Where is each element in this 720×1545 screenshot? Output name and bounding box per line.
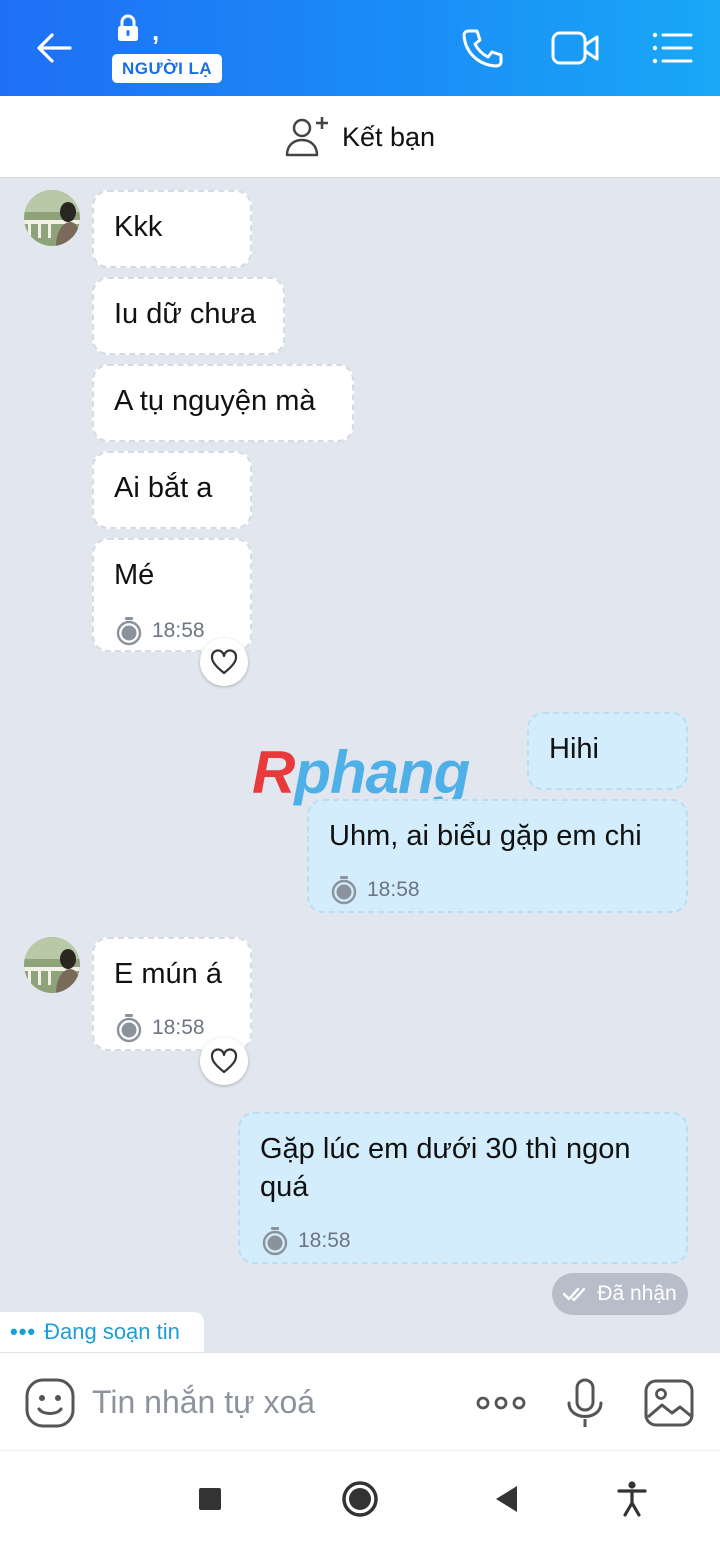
add-person-icon <box>285 117 328 157</box>
home-circle-icon[interactable] <box>338 1477 382 1521</box>
message-time: 18:58 <box>329 871 420 909</box>
message-bubble[interactable]: Kkk <box>92 190 252 268</box>
accessibility-icon[interactable] <box>610 1477 654 1521</box>
message-time: 18:58 <box>114 1009 205 1047</box>
typing-dots-icon: ••• <box>10 1319 37 1344</box>
message-bubble[interactable]: Uhm, ai biểu gặp em chi 18:58 <box>307 799 688 913</box>
message-bubble[interactable]: Ai bắt a <box>92 451 252 529</box>
message-time: 18:58 <box>260 1222 351 1260</box>
list-menu-icon[interactable] <box>648 24 698 72</box>
phone-icon[interactable] <box>456 24 506 72</box>
add-friend-label: Kết bạn <box>342 121 436 152</box>
message-text: E mún á <box>114 958 222 990</box>
more-dots-icon[interactable] <box>474 1377 528 1429</box>
heart-icon <box>210 649 238 675</box>
lock-icon <box>118 14 138 41</box>
message-text: Uhm, ai biểu gặp em chi <box>329 820 642 852</box>
message-text: Iu dữ chưa <box>114 298 257 330</box>
react-heart-button[interactable] <box>200 1037 248 1085</box>
avatar[interactable] <box>24 190 80 246</box>
message-bubble[interactable]: A tụ nguyện mà <box>92 364 354 442</box>
add-friend-button[interactable]: Kết bạn <box>284 112 435 162</box>
message-text: Ai bắt a <box>114 472 213 504</box>
watermark-logo: Rphang <box>252 739 470 806</box>
message-text: A tụ nguyện mà <box>114 385 316 417</box>
avatar[interactable] <box>24 937 80 993</box>
message-text: Hihi <box>549 733 599 765</box>
react-heart-button[interactable] <box>200 638 248 686</box>
message-bubble[interactable]: E mún á 18:58 <box>92 937 252 1051</box>
stopwatch-icon <box>262 1227 288 1256</box>
typing-indicator: ••• Đang soạn tin <box>0 1312 204 1352</box>
image-icon[interactable] <box>642 1377 696 1429</box>
stopwatch-icon <box>116 617 142 646</box>
stopwatch-icon <box>331 876 357 905</box>
message-input[interactable] <box>92 1379 452 1425</box>
message-text: Mé <box>114 559 155 591</box>
back-triangle-icon[interactable] <box>486 1477 530 1521</box>
add-friend-bar: Kết bạn <box>0 96 720 178</box>
composer-bar <box>0 1352 720 1450</box>
heart-icon <box>210 1048 238 1074</box>
system-nav-bar <box>0 1450 720 1545</box>
received-status-badge: Đã nhận <box>552 1273 688 1315</box>
video-camera-icon[interactable] <box>550 24 600 72</box>
message-text: Gặp lúc em dưới 30 thì ngon quá <box>260 1133 631 1203</box>
chat-header: , NGƯỜI LẠ <box>0 0 720 96</box>
double-check-icon <box>563 1287 586 1302</box>
message-time: 18:58 <box>114 612 205 650</box>
stranger-badge: NGƯỜI LẠ <box>112 54 223 83</box>
message-bubble[interactable]: Mé 18:58 <box>92 538 252 652</box>
message-text: Kkk <box>114 211 163 243</box>
back-arrow-icon[interactable] <box>30 24 78 72</box>
emoji-icon[interactable] <box>24 1377 76 1429</box>
contact-name[interactable]: , <box>152 16 159 47</box>
message-bubble[interactable]: Gặp lúc em dưới 30 thì ngon quá 18:58 <box>238 1112 688 1264</box>
microphone-icon[interactable] <box>558 1377 612 1429</box>
stopwatch-icon <box>116 1014 142 1043</box>
message-bubble[interactable]: Iu dữ chưa <box>92 277 285 355</box>
message-bubble[interactable]: Hihi <box>527 712 688 790</box>
square-stop-icon[interactable] <box>188 1477 232 1521</box>
